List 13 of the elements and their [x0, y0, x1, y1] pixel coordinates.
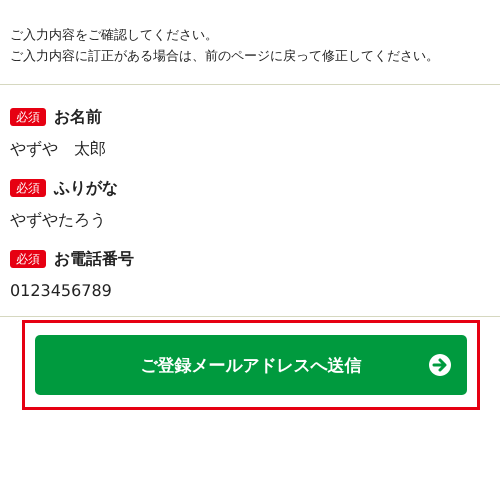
field-value: やずやたろう — [10, 210, 107, 230]
field-value: 0123456789 — [10, 281, 113, 301]
instruction-text: ご入力内容をご確認してください。 — [10, 28, 219, 44]
required-badge: 必須 — [10, 108, 46, 126]
required-badge: 必須 — [10, 250, 46, 268]
submit-button[interactable]: ご登録メールアドレスへ送信 — [35, 335, 467, 395]
required-badge: 必須 — [10, 179, 46, 197]
field-label: お電話番号 — [54, 249, 134, 269]
field-label: お名前 — [54, 107, 102, 127]
instruction-text: ご入力内容に訂正がある場合は、前のページに戻って修正してください。 — [10, 49, 440, 65]
arrow-right-icon — [429, 354, 451, 376]
field-label: ふりがな — [54, 178, 118, 198]
field-value: やずや 太郎 — [10, 139, 107, 159]
